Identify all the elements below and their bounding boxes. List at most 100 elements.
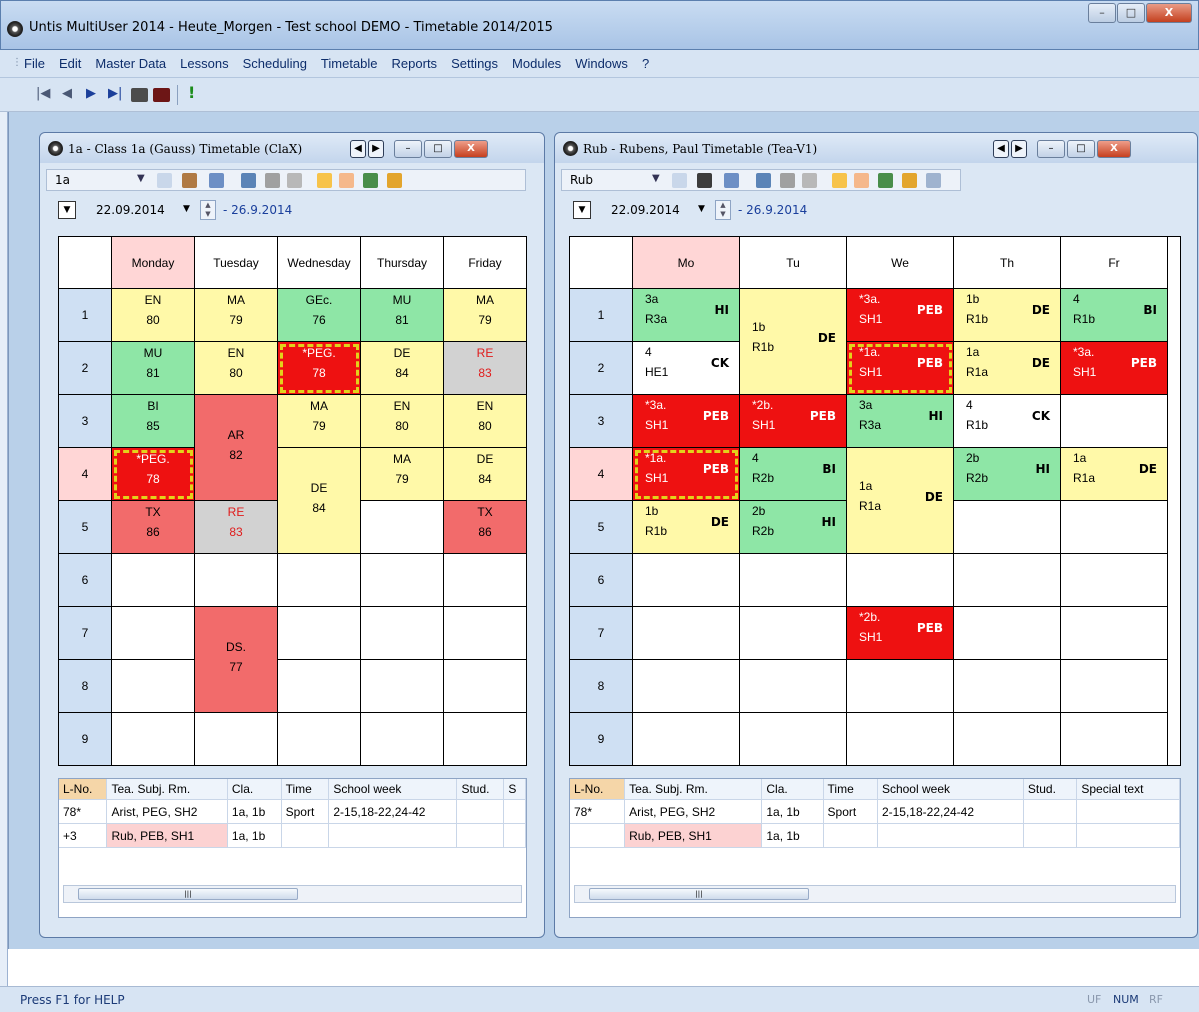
teacher-date-input[interactable]: 22.09.2014 <box>611 203 680 217</box>
empty-cell[interactable] <box>633 607 740 660</box>
traffic-light-icon[interactable] <box>387 173 402 188</box>
empty-cell[interactable] <box>633 554 740 607</box>
empty-cell[interactable] <box>444 660 527 713</box>
traffic-light-icon[interactable] <box>902 173 917 188</box>
details-column-header[interactable]: Cla. <box>227 779 282 800</box>
empty-cell[interactable] <box>278 660 361 713</box>
lock-icon[interactable] <box>265 173 280 188</box>
lesson-cell[interactable]: DS. 77 <box>195 607 278 713</box>
details-row[interactable]: +3 Rub, PEB, SH1 1a, 1b <box>59 823 526 848</box>
lesson-cell[interactable]: 4 HE1 CK <box>633 342 740 395</box>
details-column-header[interactable]: Tea. Subj. Rm. <box>106 779 228 800</box>
prev-element-button[interactable]: ◀ <box>350 140 366 158</box>
spinner-icon[interactable] <box>157 173 172 188</box>
first-record-icon[interactable]: |◀ <box>36 86 50 101</box>
details-cell[interactable] <box>281 823 330 848</box>
menu-item-lessons[interactable]: Lessons <box>180 56 228 71</box>
empty-cell[interactable] <box>1061 607 1168 660</box>
search-icon[interactable] <box>854 173 869 188</box>
empty-cell[interactable] <box>954 607 1061 660</box>
empty-cell[interactable] <box>278 607 361 660</box>
menu-item-settings[interactable]: Settings <box>451 56 498 71</box>
chevron-down-icon[interactable]: ▼ <box>652 173 660 184</box>
lesson-cell[interactable]: 4 R2b BI <box>740 448 847 501</box>
view-icon[interactable] <box>926 173 941 188</box>
date-spinner[interactable]: ▲ ▼ <box>200 200 216 220</box>
details-row[interactable]: 78* Arist, PEG, SH2 1a, 1b Sport 2-15,18-22,… <box>59 799 526 824</box>
empty-cell[interactable] <box>361 660 444 713</box>
empty-cell[interactable] <box>847 554 954 607</box>
empty-cell[interactable] <box>278 554 361 607</box>
lesson-cell[interactable]: MA 79 <box>444 289 527 342</box>
details-cell[interactable]: Sport <box>823 799 878 824</box>
details-cell[interactable] <box>503 799 526 824</box>
lesson-cell[interactable]: RE 83 <box>195 501 278 554</box>
details-column-header[interactable]: Special text <box>1076 779 1180 800</box>
details-cell[interactable]: Arist, PEG, SH2 <box>106 799 228 824</box>
details-cell[interactable]: 78* <box>570 799 626 824</box>
details-column-header[interactable]: Stud. <box>1023 779 1078 800</box>
lesson-cell[interactable]: 1a R1a DE <box>1061 448 1168 501</box>
lesson-cell[interactable]: DE 84 <box>361 342 444 395</box>
details-cell[interactable] <box>328 823 458 848</box>
teacher-window-minimize-button[interactable]: – <box>1037 140 1065 158</box>
lesson-cell[interactable]: MU 81 <box>112 342 195 395</box>
details-column-header[interactable]: School week <box>877 779 1024 800</box>
people-icon[interactable] <box>182 173 197 188</box>
edit-icon[interactable] <box>832 173 847 188</box>
date-spinner[interactable]: ▲ ▼ <box>715 200 731 220</box>
details-cell[interactable]: +3 <box>59 823 108 848</box>
lesson-cell[interactable]: 1b R1b DE <box>954 289 1061 342</box>
lesson-cell[interactable]: *PEG. 78 <box>278 342 361 395</box>
details-column-header[interactable]: L-No. <box>570 779 626 800</box>
menu-item-scheduling[interactable]: Scheduling <box>243 56 307 71</box>
details-column-header[interactable]: L-No. <box>59 779 108 800</box>
details-cell[interactable] <box>570 823 626 848</box>
lesson-cell[interactable]: DE 84 <box>444 448 527 501</box>
lesson-cell[interactable]: *1a. SH1 PEB <box>847 342 954 395</box>
empty-cell[interactable] <box>954 713 1061 766</box>
exclamation-icon[interactable]: ! <box>188 83 195 102</box>
grid-icon[interactable] <box>724 173 739 188</box>
empty-cell[interactable] <box>195 713 278 766</box>
last-record-icon[interactable]: ▶| <box>108 86 122 101</box>
empty-cell[interactable] <box>112 713 195 766</box>
empty-cell[interactable] <box>444 554 527 607</box>
next-element-button[interactable]: ▶ <box>368 140 384 158</box>
class-window-maximize-button[interactable]: □ <box>424 140 452 158</box>
empty-cell[interactable] <box>361 713 444 766</box>
menu-item-master-data[interactable]: Master Data <box>95 56 166 71</box>
lesson-cell[interactable]: 3a R3a HI <box>847 395 954 448</box>
element-select[interactable]: 1a <box>55 173 70 187</box>
empty-cell[interactable] <box>740 607 847 660</box>
empty-cell[interactable] <box>954 660 1061 713</box>
details-cell[interactable] <box>877 823 1024 848</box>
empty-cell[interactable] <box>444 713 527 766</box>
empty-cell[interactable] <box>847 660 954 713</box>
empty-cell[interactable] <box>1061 713 1168 766</box>
empty-cell[interactable] <box>1061 660 1168 713</box>
details-cell[interactable] <box>456 823 505 848</box>
details-cell[interactable] <box>1023 799 1078 824</box>
details-column-header[interactable]: Tea. Subj. Rm. <box>624 779 763 800</box>
empty-cell[interactable] <box>195 554 278 607</box>
close-button[interactable]: X <box>1146 3 1192 23</box>
class-date-input[interactable]: 22.09.2014 <box>96 203 165 217</box>
lesson-cell[interactable]: MA 79 <box>195 289 278 342</box>
lesson-cell[interactable]: MA 79 <box>361 448 444 501</box>
lesson-cell[interactable]: *3a. SH1 PEB <box>847 289 954 342</box>
chevron-down-icon[interactable]: ▼ <box>183 204 190 214</box>
empty-cell[interactable] <box>361 607 444 660</box>
lesson-cell[interactable]: 4 R1b BI <box>1061 289 1168 342</box>
empty-cell[interactable] <box>112 607 195 660</box>
menu-item-modules[interactable]: Modules <box>512 56 561 71</box>
date-toggle-button[interactable]: ▼ <box>573 201 591 219</box>
lesson-cell[interactable]: *2b. SH1 PEB <box>740 395 847 448</box>
undo-icon[interactable] <box>287 173 302 188</box>
lesson-cell[interactable]: 2b R2b HI <box>954 448 1061 501</box>
lesson-cell[interactable]: BI 85 <box>112 395 195 448</box>
menu-item-help[interactable]: ? <box>642 56 649 71</box>
chevron-down-icon[interactable]: ▼ <box>698 204 705 214</box>
menu-item-edit[interactable]: Edit <box>59 56 81 71</box>
details-column-header[interactable]: Time <box>281 779 330 800</box>
